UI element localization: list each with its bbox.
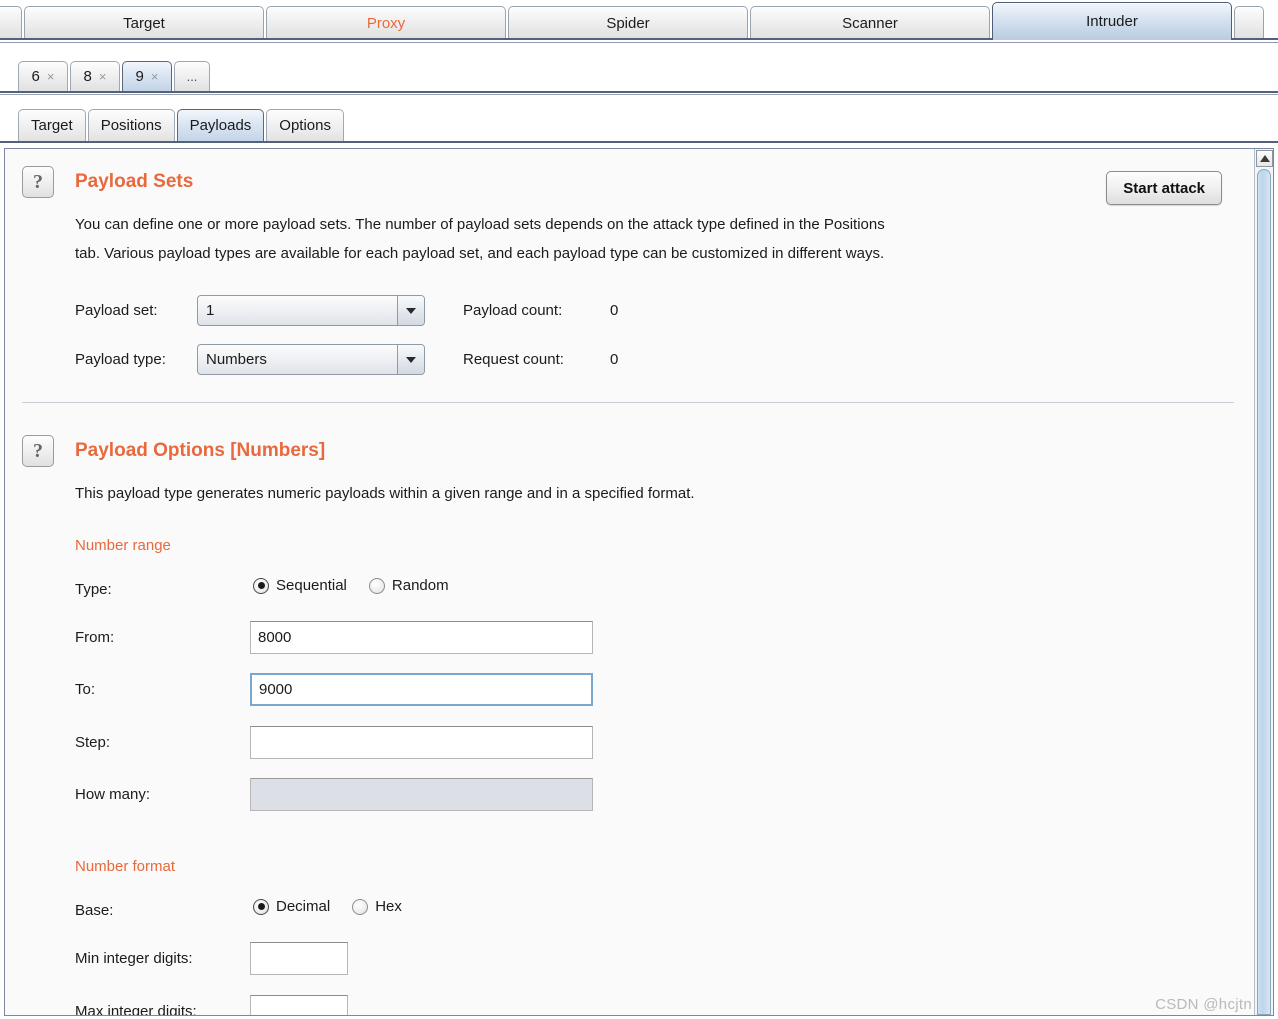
payload-set-value: 1 xyxy=(206,302,215,319)
close-icon[interactable]: × xyxy=(99,69,107,84)
radio-decimal-label: Decimal xyxy=(276,898,331,915)
how-many-input xyxy=(250,778,593,811)
payload-sets-description-line1: You can define one or more payload sets.… xyxy=(75,216,885,233)
tab-positions[interactable]: Positions xyxy=(87,109,175,141)
from-input-value: 8000 xyxy=(258,629,292,646)
step-input[interactable] xyxy=(250,726,593,759)
attack-tab-overflow-label: ... xyxy=(186,69,198,84)
payload-options-description: This payload type generates numeric payl… xyxy=(75,485,695,502)
attack-tab-8-label: 8 xyxy=(83,68,92,85)
tab-payloads[interactable]: Payloads xyxy=(176,109,265,141)
close-icon[interactable]: × xyxy=(151,69,159,84)
tab-target-label: Target xyxy=(31,117,73,134)
chevron-down-icon[interactable] xyxy=(397,345,424,374)
payload-set-label: Payload set: xyxy=(75,302,158,319)
attack-tab-9-label: 9 xyxy=(135,68,144,85)
main-tab-scanner[interactable]: Scanner xyxy=(750,6,990,40)
radio-random-label: Random xyxy=(391,577,449,594)
from-input[interactable]: 8000 xyxy=(250,621,593,654)
number-range-heading: Number range xyxy=(75,537,171,554)
start-attack-label: Start attack xyxy=(1123,179,1205,197)
to-input[interactable]: 9000 xyxy=(250,673,593,706)
payload-options-title: Payload Options [Numbers] xyxy=(75,440,326,461)
step-label: Step: xyxy=(75,734,111,751)
scrollbar-thumb[interactable] xyxy=(1257,169,1271,1015)
min-integer-digits-label: Min integer digits: xyxy=(75,950,193,967)
main-tab-proxy[interactable]: Proxy xyxy=(266,6,506,40)
tab-target[interactable]: Target xyxy=(18,109,86,141)
main-tab-spider-label: Spider xyxy=(606,15,650,32)
attack-tab-6-label: 6 xyxy=(31,68,40,85)
vertical-scrollbar[interactable] xyxy=(1254,149,1273,1015)
attack-tab-separator xyxy=(0,91,1278,95)
watermark: CSDN @hcjtn xyxy=(1155,996,1252,1013)
main-tab-scanner-label: Scanner xyxy=(842,15,898,32)
radio-random[interactable]: Random xyxy=(368,577,449,594)
chevron-down-icon[interactable] xyxy=(397,296,424,325)
intruder-tab-bar: Target Positions Payloads Options xyxy=(0,99,1278,144)
scroll-up-icon[interactable] xyxy=(1256,150,1273,167)
help-icon-glyph: ? xyxy=(33,170,43,193)
close-icon[interactable]: × xyxy=(47,69,55,84)
help-icon-glyph: ? xyxy=(33,439,43,462)
payload-count-value: 0 xyxy=(610,302,619,319)
base-label: Base: xyxy=(75,902,114,919)
number-range-type-label: Type: xyxy=(75,581,112,598)
radio-hex[interactable]: Hex xyxy=(352,898,402,915)
main-tab-bar: Target Proxy Spider Scanner Intruder xyxy=(0,0,1278,40)
radio-sequential-label: Sequential xyxy=(276,577,347,594)
payload-sets-title: Payload Sets xyxy=(75,171,194,192)
start-attack-button[interactable]: Start attack xyxy=(1106,171,1222,205)
main-tab-intruder[interactable]: Intruder xyxy=(992,2,1232,40)
payload-type-value: Numbers xyxy=(206,351,267,368)
max-integer-digits-input[interactable] xyxy=(250,995,348,1015)
intruder-tab-separator xyxy=(0,141,1278,144)
attack-tab-9[interactable]: 9 × xyxy=(122,61,172,91)
number-range-type-radio-group: Sequential Random xyxy=(253,577,449,594)
attack-tab-6[interactable]: 6 × xyxy=(18,61,68,91)
radio-sequential[interactable]: Sequential xyxy=(253,577,347,594)
section-divider xyxy=(22,402,1234,403)
radio-unselected-icon xyxy=(368,577,385,594)
max-integer-digits-label: Max integer digits: xyxy=(75,1003,197,1016)
tab-positions-label: Positions xyxy=(100,117,162,134)
radio-hex-label: Hex xyxy=(375,898,402,915)
request-count-value: 0 xyxy=(610,351,619,368)
number-format-heading: Number format xyxy=(75,858,176,875)
main-tab-spider[interactable]: Spider xyxy=(508,6,748,40)
main-tab-target-label: Target xyxy=(123,15,165,32)
main-tab-target[interactable]: Target xyxy=(24,6,264,40)
main-tab-partial-left[interactable] xyxy=(0,6,22,40)
help-icon[interactable]: ? xyxy=(22,435,54,467)
request-count-label: Request count: xyxy=(463,351,564,368)
payload-type-label: Payload type: xyxy=(75,351,166,368)
to-input-value: 9000 xyxy=(259,681,293,698)
payload-type-select[interactable]: Numbers xyxy=(197,344,425,375)
base-radio-group: Decimal Hex xyxy=(253,898,402,915)
radio-decimal[interactable]: Decimal xyxy=(253,898,330,915)
payload-count-label: Payload count: xyxy=(463,302,563,319)
min-integer-digits-input[interactable] xyxy=(250,942,348,975)
to-label: To: xyxy=(75,681,96,698)
main-tab-intruder-label: Intruder xyxy=(1086,13,1138,30)
payload-sets-description-line2: tab. Various payload types are available… xyxy=(75,245,885,262)
radio-unselected-icon xyxy=(352,898,369,915)
tab-options[interactable]: Options xyxy=(266,109,344,141)
help-icon[interactable]: ? xyxy=(22,166,54,198)
payload-set-select[interactable]: 1 xyxy=(197,295,425,326)
attack-tab-bar: 6 × 8 × 9 × ... xyxy=(0,44,1278,95)
radio-selected-icon xyxy=(253,577,269,594)
tab-options-label: Options xyxy=(279,117,331,134)
how-many-label: How many: xyxy=(75,786,151,803)
attack-tab-overflow[interactable]: ... xyxy=(174,61,210,91)
payloads-panel: ? Payload Sets You can define one or mor… xyxy=(4,148,1274,1016)
radio-selected-icon xyxy=(253,898,269,915)
attack-tab-8[interactable]: 8 × xyxy=(70,61,120,91)
tab-payloads-label: Payloads xyxy=(189,117,252,134)
from-label: From: xyxy=(75,629,115,646)
main-tab-partial-right[interactable] xyxy=(1234,6,1264,40)
main-tab-proxy-label: Proxy xyxy=(366,15,406,32)
payloads-content: ? Payload Sets You can define one or mor… xyxy=(5,149,1254,1015)
